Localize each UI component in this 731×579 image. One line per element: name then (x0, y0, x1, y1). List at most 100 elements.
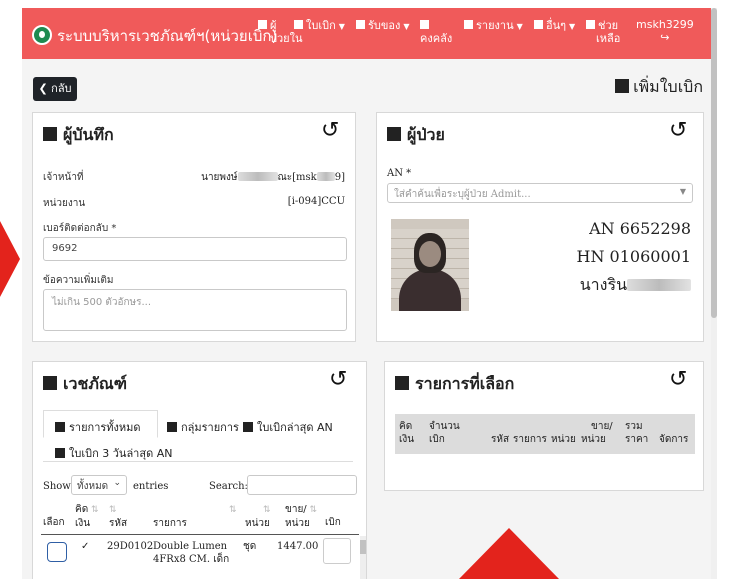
square-icon (420, 20, 429, 29)
selected-title: รายการที่เลือก (395, 372, 514, 397)
username: mskh3299 (636, 18, 694, 31)
square-icon (294, 20, 303, 29)
officer-label: เจ้าหน้าที่ (43, 172, 84, 183)
nav-item-requisition[interactable]: ใบเบิก ▼ (294, 19, 345, 33)
search-label: Search: (209, 481, 248, 492)
patient-card: ผู้ป่วย ↺ AN * ใส่คำค้นเพื่อระบุผู้ป่วย … (376, 112, 704, 342)
sign-out-icon[interactable]: ↪ (636, 31, 694, 44)
brand-title: ระบบบริหารเวชภัณฑ์ฯ(หน่วยเบิก) (57, 27, 278, 45)
an-number: AN 6652298 (589, 219, 691, 238)
col-code[interactable]: ⇅ รหัส (109, 503, 127, 530)
tab-latest-an[interactable]: ใบเบิกล่าสุด AN (243, 418, 333, 436)
row-price: 1447.00 (277, 541, 319, 552)
show-label: Show (43, 481, 71, 492)
col-unit[interactable]: ⇅ หน่วย (245, 503, 271, 530)
nav-item-others[interactable]: อื่นๆ ▼ (534, 19, 575, 33)
browser-viewport: ระบบบริหารเวชภัณฑ์ฯ(หน่วยเบิก) ผู้ ป่วยใ… (22, 8, 717, 579)
chevron-left-icon: ❮ (38, 82, 52, 95)
supplies-card: เวชภัณฑ์ ↺ รายการทั้งหมด กลุ่มรายการ ใบเ… (32, 361, 367, 579)
tab-item-groups[interactable]: กลุ่มรายการ (167, 418, 239, 436)
patient-title: ผู้ป่วย (387, 123, 445, 148)
reload-icon[interactable]: ↺ (321, 118, 339, 143)
caret-down-icon: ▼ (569, 22, 576, 31)
message-label: ข้อความเพิ่มเติม (43, 275, 114, 286)
entries-label: entries (133, 481, 169, 492)
app-brand[interactable]: ระบบบริหารเวชภัณฑ์ฯ(หน่วยเบิก) (32, 24, 277, 48)
recorder-title: ผู้บันทึก (43, 123, 114, 148)
annotation-arrow-left (0, 221, 20, 297)
entries-select[interactable]: ทั้งหมด ⌄ (71, 475, 127, 495)
square-icon (395, 376, 409, 390)
table-header-divider (41, 534, 359, 535)
row-name: Double Lumen 4FRx8 CM. เด็ก (153, 541, 230, 565)
sel-col-total: รวม ราคา (625, 421, 649, 445)
nav-item-receive[interactable]: รับของ ▼ (356, 19, 410, 33)
requisition-qty-input[interactable] (323, 538, 351, 564)
select-row-checkbox[interactable] (47, 542, 67, 562)
col-select: เลือก (43, 517, 65, 528)
sel-col-item: รายการ (513, 434, 547, 445)
sel-col-manage: จัดการ (659, 434, 689, 445)
table-row: ✓ 29D0102 Double Lumen 4FRx8 CM. เด็ก ชุด… (41, 536, 359, 579)
square-icon (615, 79, 630, 93)
tab-last-3-days-an[interactable]: ใบเบิก 3 วันล่าสุด AN (55, 444, 172, 462)
table-scrollbar[interactable] (360, 536, 366, 579)
main-content: ❮ กลับ เพิ่มใบเบิก ผู้บันทึก ↺ เจ้าหน้าท… (22, 59, 717, 579)
square-icon (534, 20, 543, 29)
square-icon (586, 20, 595, 29)
an-label: AN * (387, 168, 412, 179)
supplies-title: เวชภัณฑ์ (43, 372, 127, 397)
col-price-per-unit[interactable]: ขาย/ ⇅ หน่วย (285, 503, 317, 530)
col-requisition: เบิก (325, 517, 341, 528)
square-icon (43, 376, 57, 390)
redacted-block (627, 279, 691, 291)
reload-icon[interactable]: ↺ (669, 367, 687, 392)
page-title: เพิ่มใบเบิก (615, 75, 703, 100)
unit-value: [i-094]CCU (287, 196, 345, 207)
nav-item-report[interactable]: รายงาน ▼ (464, 19, 523, 33)
page-scrollbar-thumb[interactable] (711, 8, 717, 318)
annotation-arrow-up (458, 528, 560, 579)
row-unit: ชุด (243, 541, 257, 552)
message-textarea[interactable]: ไม่เกิน 500 ตัวอักษร... (43, 289, 347, 331)
user-menu[interactable]: mskh3299 ↪ (636, 18, 694, 44)
reload-icon[interactable]: ↺ (329, 367, 347, 392)
redacted-block (237, 172, 278, 181)
top-navbar: ระบบบริหารเวชภัณฑ์ฯ(หน่วยเบิก) ผู้ ป่วยใ… (22, 8, 717, 59)
search-input[interactable] (247, 475, 357, 495)
caret-down-icon: ▼ (403, 22, 410, 31)
back-button[interactable]: ❮ กลับ (33, 77, 77, 101)
unit-label: หน่วยงาน (43, 198, 86, 209)
hn-number: HN 01060001 (576, 247, 691, 266)
selected-items-card: รายการที่เลือก ↺ คิด เงิน จำนวน เบิก รหัส … (384, 361, 704, 491)
recorder-card: ผู้บันทึก ↺ เจ้าหน้าที่ นายพงษ์ ณะ[msk 9] … (32, 112, 356, 342)
sel-col-code: รหัส (491, 434, 510, 445)
redacted-block (316, 172, 335, 181)
caret-down-icon: ▼ (338, 22, 345, 31)
sel-col-unit: หน่วย (551, 434, 576, 445)
selected-table-header: คิด เงิน จำนวน เบิก รหัส รายการ หน่วย ขาย/… (395, 414, 695, 454)
nav-item-stock[interactable]: คงคลัง (420, 19, 452, 45)
square-icon (43, 127, 57, 141)
row-code: 29D0102 (107, 541, 154, 552)
nav-item-help[interactable]: ช่วย เหลือ (586, 19, 620, 45)
phone-label: เบอร์ติดต่อกลับ * (43, 223, 117, 234)
chevron-down-icon: ▼ (679, 187, 686, 196)
reload-icon[interactable]: ↺ (669, 118, 687, 143)
officer-value: นายพงษ์ ณะ[msk 9] (201, 172, 345, 183)
sel-col-price-per-unit: ขาย/หน่วย (581, 421, 613, 445)
patient-search-select[interactable]: ใส่คำค้นเพื่อระบุผู้ป่วย Admit... ▼ (387, 183, 693, 203)
chevron-down-icon: ⌄ (113, 478, 121, 488)
tab-all-items[interactable]: รายการทั้งหมด (55, 418, 141, 436)
col-charge[interactable]: คิด ⇅ เงิน (75, 503, 99, 530)
hospital-logo-icon (32, 25, 52, 45)
phone-input[interactable]: 9692 (43, 237, 347, 261)
square-icon (464, 20, 473, 29)
square-icon (356, 20, 365, 29)
col-item[interactable]: ⇅ รายการ (153, 503, 237, 530)
checkmark-icon: ✓ (81, 541, 90, 552)
sel-col-charge: คิด เงิน (399, 421, 415, 445)
square-icon (387, 127, 401, 141)
patient-photo (391, 219, 469, 311)
caret-down-icon: ▼ (516, 22, 523, 31)
